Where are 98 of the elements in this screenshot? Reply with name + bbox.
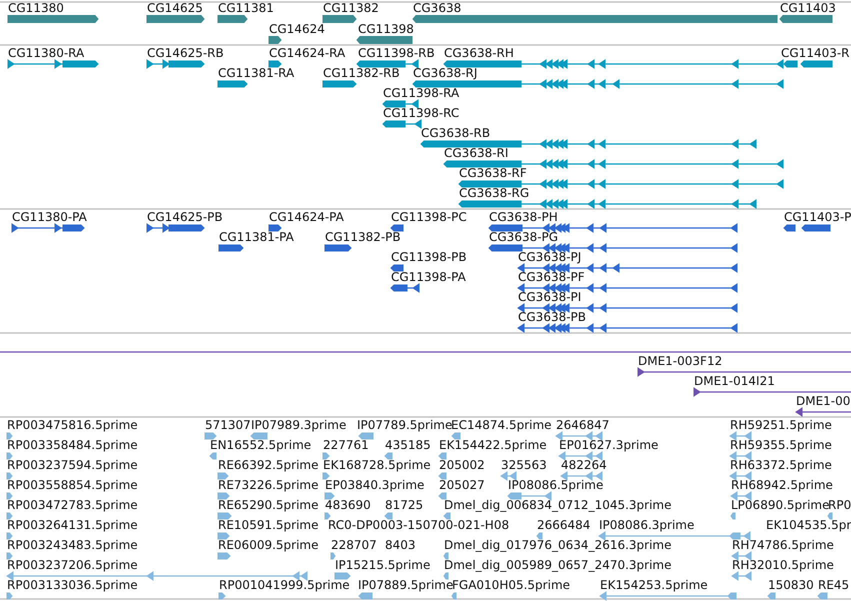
feature-label: RP003237206.5prime xyxy=(7,558,138,572)
feature-label: DME1-003F12 xyxy=(638,354,722,368)
feature-label: CG11380-RA xyxy=(8,46,84,60)
feature-label: CG3638-PI xyxy=(518,290,582,304)
feature-label: 227761 xyxy=(323,438,369,452)
feature-label: CG14625-PB xyxy=(147,210,223,224)
feature-label: 205027 xyxy=(439,478,485,492)
feature-label: CG11381-RA xyxy=(218,66,294,80)
feature-label: FGA010H05.5prime xyxy=(452,578,570,592)
feature-label: EC14874.5prime xyxy=(451,418,552,432)
feature-label: 8403 xyxy=(385,538,416,552)
feature-label: CG3638-RJ xyxy=(413,66,478,80)
feature-label: CG11380 xyxy=(8,1,64,15)
feature-label: RP003358484.5prime xyxy=(7,438,138,452)
feature-label: CG3638-PH xyxy=(489,210,558,224)
feature-label: EK104535.5pr xyxy=(766,518,851,532)
feature-label: CG3638-RF xyxy=(459,166,527,180)
feature-label: CG3638-PJ xyxy=(518,250,582,264)
feature-label: CG14624-RA xyxy=(269,46,346,60)
feature-label: DME1-00 xyxy=(796,394,850,408)
feature-label: IP08086.3prime xyxy=(599,518,694,532)
feature-label: RE73226.5prime xyxy=(218,478,318,492)
feature-label: RH68942.5prime xyxy=(731,478,833,492)
feature-label: CG11381 xyxy=(218,1,274,15)
feature-label: 483690 xyxy=(325,498,371,512)
feature-label: IP15215.5prime xyxy=(335,558,430,572)
feature-label: CG14625 xyxy=(147,1,203,15)
feature-label: CG11398-PA xyxy=(391,270,466,284)
feature-label: RH59251.5prime xyxy=(730,418,832,432)
feature-label: CG11398-RC xyxy=(383,106,460,120)
feature-label: RE65290.5prime xyxy=(218,498,318,512)
feature-label: 325563 xyxy=(501,458,547,472)
feature-label: CG11382 xyxy=(323,1,379,15)
feature-label: CG3638-RG xyxy=(459,186,530,200)
feature-label: 150830 xyxy=(768,578,814,592)
feature-label: 482264 xyxy=(561,458,607,472)
feature-label: Dmel_dig_006834_0712_1045.3prime xyxy=(444,498,672,512)
feature-label: DME1-014I21 xyxy=(694,374,775,388)
feature-label: CG14625-RB xyxy=(147,46,224,60)
feature-label: LP06890.5prime xyxy=(731,498,830,512)
feature-label: RP003472783.5prime xyxy=(7,498,138,512)
feature-label: CG11403 xyxy=(780,1,836,15)
feature-label: Dmel_dig_017976_0634_2616.3prime xyxy=(444,538,672,552)
feature-label: RP003237594.5prime xyxy=(7,458,138,472)
feature-label: CG3638-RB xyxy=(421,126,490,140)
feature-label: CG11398 xyxy=(358,22,414,36)
feature-label: CG11398-RB xyxy=(358,46,435,60)
feature-label: IP07889.5prime xyxy=(358,578,454,592)
feature-label: CG14624-PA xyxy=(269,210,344,224)
feature-label: CG14624 xyxy=(269,22,325,36)
feature-label: RP003558854.5prime xyxy=(7,478,138,492)
feature-label: RP003264131.5prime xyxy=(7,518,138,532)
feature-label: EP03840.3prime xyxy=(325,478,424,492)
feature-label: CG3638-PG xyxy=(489,230,558,244)
feature-label: 435185 xyxy=(385,438,431,452)
feature-label: RH32010.5prime xyxy=(732,558,834,572)
feature-label: RP0 xyxy=(828,498,851,512)
feature-label: CG3638-RI xyxy=(444,146,508,160)
feature-label: 2646847 xyxy=(556,418,610,432)
feature-label: CG3638-PF xyxy=(518,270,585,284)
feature-label: 2666484 xyxy=(537,518,590,532)
feature-label: CG11398-PB xyxy=(391,250,467,264)
feature-label: EK168728.5prime xyxy=(323,458,431,472)
feature-label: IP08086.5prime xyxy=(508,478,604,492)
feature-label: RP003475816.5prime xyxy=(7,418,138,432)
feature-label: CG11403-R xyxy=(781,46,850,60)
feature-label: RE66392.5prime xyxy=(218,458,318,472)
feature-label: CG11403-P xyxy=(784,210,851,224)
feature-label: RC0-DP0003-150700-021-H08 xyxy=(328,518,510,532)
feature-label: CG11382-RB xyxy=(323,66,400,80)
feature-label: CG11398-RA xyxy=(383,86,460,100)
feature-label: RE10591.5prime xyxy=(218,518,318,532)
feature-label: 571307 xyxy=(205,418,251,432)
feature-label: 228707 xyxy=(331,538,377,552)
feature-label: CG11381-PA xyxy=(219,230,294,244)
feature-label: CG3638-RH xyxy=(444,46,514,60)
feature-label: RH59355.5prime xyxy=(730,438,832,452)
feature-label: CG3638-PB xyxy=(518,310,586,324)
feature-label: Dmel_dig_005989_0657_2470.3prime xyxy=(444,558,672,572)
feature-label: CG11382-PB xyxy=(325,230,401,244)
feature-label: RE45 xyxy=(818,578,850,592)
feature-label: CG11380-PA xyxy=(12,210,87,224)
feature-label: EN16552.5prime xyxy=(210,438,312,452)
feature-label: EP01627.3prime xyxy=(559,438,658,452)
feature-label: CG3638 xyxy=(413,1,462,15)
feature-label: EK154253.5prime xyxy=(600,578,708,592)
feature-label: 205002 xyxy=(439,458,485,472)
feature-label: RE06009.5prime xyxy=(218,538,318,552)
feature-label: CG11398-PC xyxy=(391,210,467,224)
feature-label: IP07989.3prime xyxy=(251,418,346,432)
feature-label: 81725 xyxy=(385,498,424,512)
feature-label: RH63372.5prime xyxy=(730,458,832,472)
feature-label: RP003133036.5prime xyxy=(7,578,138,592)
feature-label: RH74786.5prime xyxy=(732,538,834,552)
feature-label: EK154422.5prime xyxy=(439,438,547,452)
feature-label: RP001041999.5prime xyxy=(219,578,350,592)
feature-label: IP07789.5prime xyxy=(357,418,452,432)
feature-label: RP003243483.5prime xyxy=(7,538,138,552)
